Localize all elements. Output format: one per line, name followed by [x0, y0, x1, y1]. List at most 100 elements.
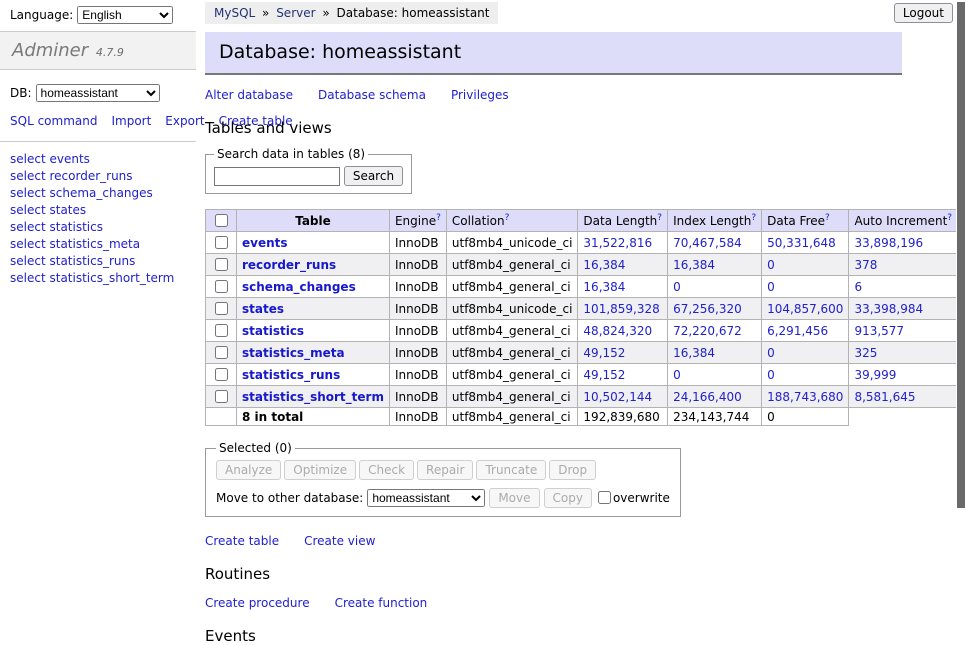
cell-data-length-link[interactable]: 49,152: [583, 368, 625, 382]
cell-auto-increment-link[interactable]: 39,999: [854, 368, 896, 382]
cell-auto-increment-link[interactable]: 378: [854, 258, 877, 272]
breadcrumb-link-mysql[interactable]: MySQL: [214, 6, 255, 20]
table-name-link[interactable]: statistics_runs: [242, 368, 340, 382]
logout-button[interactable]: Logout: [894, 3, 953, 23]
cell-data-free-link[interactable]: 6,291,456: [767, 324, 828, 338]
sidebar-link-sql-command[interactable]: SQL command: [10, 114, 97, 128]
cell-data-length-link[interactable]: 16,384: [583, 280, 625, 294]
analyze-button[interactable]: Analyze: [216, 460, 281, 480]
cell-auto-increment-link[interactable]: 913,577: [854, 324, 904, 338]
cell-data-length-link[interactable]: 101,859,328: [583, 302, 659, 316]
action-link-alter-database[interactable]: Alter database: [205, 88, 293, 102]
optimize-button[interactable]: Optimize: [284, 460, 356, 480]
row-checkbox[interactable]: [215, 346, 228, 359]
cell-auto-increment-link[interactable]: 8,581,645: [854, 390, 915, 404]
table-name-link[interactable]: states: [242, 302, 284, 316]
cell-data-free-link[interactable]: 0: [767, 258, 775, 272]
help-link[interactable]: ?: [657, 213, 662, 223]
move-db-select[interactable]: homeassistant: [367, 489, 485, 507]
cell-index-length-link[interactable]: 67,256,320: [673, 302, 742, 316]
cell-index-length-link[interactable]: 70,467,584: [673, 236, 742, 250]
app-version[interactable]: 4.7.9: [96, 46, 124, 59]
cell-index-length-link[interactable]: 72,220,672: [673, 324, 742, 338]
table-name-link[interactable]: schema_changes: [242, 280, 356, 294]
language-select[interactable]: English: [77, 6, 173, 24]
row-checkbox[interactable]: [215, 302, 228, 315]
drop-button[interactable]: Drop: [549, 460, 596, 480]
cell-index-length-link[interactable]: 0: [673, 280, 681, 294]
table-link-states[interactable]: states: [49, 203, 86, 217]
link-create-table[interactable]: Create table: [205, 534, 279, 548]
row-checkbox[interactable]: [215, 324, 228, 337]
cell-data-length-link[interactable]: 48,824,320: [583, 324, 652, 338]
search-input[interactable]: [214, 167, 340, 186]
cell-data-free-link[interactable]: 50,331,648: [767, 236, 836, 250]
cell-auto-increment-link[interactable]: 6: [854, 280, 862, 294]
cell-data-length-link[interactable]: 10,502,144: [583, 390, 652, 404]
help-link[interactable]: ?: [436, 213, 441, 223]
action-link-database-schema[interactable]: Database schema: [318, 88, 426, 102]
cell-index-length-link[interactable]: 16,384: [673, 258, 715, 272]
repair-button[interactable]: Repair: [417, 460, 473, 480]
link-create-procedure[interactable]: Create procedure: [205, 596, 310, 610]
table-name-link[interactable]: recorder_runs: [242, 258, 336, 272]
overwrite-checkbox[interactable]: [598, 491, 611, 504]
select-link[interactable]: select: [10, 271, 46, 285]
table-name-link[interactable]: events: [242, 236, 288, 250]
cell-auto-increment-link[interactable]: 325: [854, 346, 877, 360]
cell-auto-increment-link[interactable]: 33,398,984: [854, 302, 923, 316]
select-link[interactable]: select: [10, 152, 46, 166]
sidebar-link-import[interactable]: Import: [111, 114, 151, 128]
row-checkbox[interactable]: [215, 390, 228, 403]
sidebar-link-export[interactable]: Export: [165, 114, 204, 128]
table-link-statistics[interactable]: statistics: [49, 220, 103, 234]
cell-auto-increment-link[interactable]: 33,898,196: [854, 236, 923, 250]
table-name-link[interactable]: statistics: [242, 324, 304, 338]
cell-data-free-link[interactable]: 0: [767, 368, 775, 382]
help-link[interactable]: ?: [505, 213, 510, 223]
cell-index-length-link[interactable]: 24,166,400: [673, 390, 742, 404]
link-create-view[interactable]: Create view: [304, 534, 375, 548]
table-link-events[interactable]: events: [49, 152, 89, 166]
row-checkbox[interactable]: [215, 258, 228, 271]
check-button[interactable]: Check: [359, 460, 414, 480]
select-link[interactable]: select: [10, 254, 46, 268]
cell-data-length-link[interactable]: 16,384: [583, 258, 625, 272]
cell-data-free-link[interactable]: 188,743,680: [767, 390, 843, 404]
select-all-checkbox[interactable]: [215, 214, 228, 227]
table-link-statistics_meta[interactable]: statistics_meta: [49, 237, 140, 251]
select-link[interactable]: select: [10, 169, 46, 183]
cell-index-length-link[interactable]: 0: [673, 368, 681, 382]
cell-data-length-link[interactable]: 31,522,816: [583, 236, 652, 250]
link-create-function[interactable]: Create function: [335, 596, 428, 610]
row-checkbox[interactable]: [215, 368, 228, 381]
select-link[interactable]: select: [10, 203, 46, 217]
select-link[interactable]: select: [10, 237, 46, 251]
search-button[interactable]: Search: [344, 166, 403, 186]
help-link[interactable]: ?: [825, 213, 830, 223]
cell-data-free-link[interactable]: 0: [767, 280, 775, 294]
table-name-link[interactable]: statistics_meta: [242, 346, 345, 360]
db-select[interactable]: homeassistant: [36, 84, 160, 102]
help-link[interactable]: ?: [751, 213, 756, 223]
row-checkbox[interactable]: [215, 280, 228, 293]
cell-data-length-link[interactable]: 49,152: [583, 346, 625, 360]
move-button[interactable]: Move: [489, 488, 539, 508]
table-link-statistics_runs[interactable]: statistics_runs: [49, 254, 135, 268]
copy-button[interactable]: Copy: [544, 488, 592, 508]
help-link[interactable]: ?: [947, 213, 952, 223]
table-name-link[interactable]: statistics_short_term: [242, 390, 384, 404]
table-link-statistics_short_term[interactable]: statistics_short_term: [49, 271, 174, 285]
cell-data-free-link[interactable]: 104,857,600: [767, 302, 843, 316]
table-link-schema_changes[interactable]: schema_changes: [49, 186, 152, 200]
cell-index-length-link[interactable]: 16,384: [673, 346, 715, 360]
select-link[interactable]: select: [10, 186, 46, 200]
scrollbar-thumb[interactable]: [957, 2, 965, 508]
cell-data-free-link[interactable]: 0: [767, 346, 775, 360]
scrollbar[interactable]: [956, 0, 966, 543]
breadcrumb-link-server[interactable]: Server: [276, 6, 315, 20]
action-link-privileges[interactable]: Privileges: [451, 88, 509, 102]
select-link[interactable]: select: [10, 220, 46, 234]
row-checkbox[interactable]: [215, 236, 228, 249]
table-link-recorder_runs[interactable]: recorder_runs: [49, 169, 132, 183]
